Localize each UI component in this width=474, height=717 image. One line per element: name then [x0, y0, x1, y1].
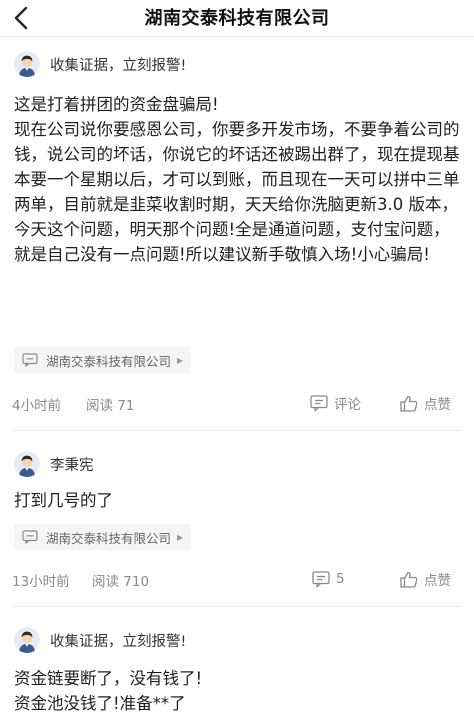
post-text-line: 现在公司说你要感恩公司，你要多开发市场，不要争着公司的钱，说公司的坏话，你说它的… [14, 120, 460, 264]
post-author-row[interactable]: 李秉宪 [14, 450, 94, 478]
avatar[interactable] [14, 627, 40, 653]
post-author-name[interactable]: 收集证据，立刻报警! [50, 54, 186, 75]
post-content: 这是打着拼团的资金盘骗局! 现在公司说你要感恩公司，你要多开发市场，不要争着公司… [14, 92, 464, 267]
chat-bubble-icon [22, 353, 38, 367]
thumbs-up-icon [400, 571, 418, 588]
post-read-count: 阅读 71 [86, 398, 135, 414]
avatar[interactable] [14, 451, 40, 477]
post-content: 资金链要断了，没有钱了! 资金池没钱了!准备**了 [14, 666, 464, 716]
comment-label: 评论 [334, 397, 361, 413]
post-read-count: 阅读 710 [92, 574, 150, 590]
caret-right-icon: ▶ [177, 532, 184, 542]
thumbs-up-icon [400, 395, 418, 412]
post-content: 打到几号的了 [14, 488, 464, 513]
avatar[interactable] [14, 51, 40, 77]
post-meta-row: 13小时前 阅读 710 5 点赞 [12, 568, 462, 590]
comment-button[interactable]: 5 [312, 568, 345, 590]
comment-button[interactable]: 评论 [310, 392, 361, 414]
company-tag-label: 湖南交泰科技有限公司 [46, 530, 172, 546]
post-meta-row: 4小时前 阅读 71 评论 点赞 [12, 392, 462, 414]
like-button[interactable]: 点赞 [400, 568, 451, 590]
like-label: 点赞 [424, 397, 451, 413]
user-avatar-icon [14, 51, 40, 77]
post-divider [12, 606, 462, 607]
like-label: 点赞 [424, 573, 451, 589]
comment-icon [312, 570, 330, 587]
user-avatar-icon [14, 451, 40, 477]
post-author-name[interactable]: 李秉宪 [50, 454, 94, 475]
chat-bubble-icon [22, 530, 38, 544]
comment-count: 5 [336, 571, 345, 587]
post-author-name[interactable]: 收集证据，立刻报警! [50, 630, 186, 651]
post-author-row[interactable]: 收集证据，立刻报警! [14, 50, 186, 78]
post-text-line: 资金池没钱了!准备**了 [14, 694, 186, 713]
header-divider [0, 36, 474, 37]
company-tag[interactable]: 湖南交泰科技有限公司 ▶ [14, 347, 192, 373]
post-time: 4小时前 [12, 398, 62, 414]
post-text-line: 这是打着拼团的资金盘骗局! [14, 95, 219, 114]
caret-right-icon: ▶ [177, 355, 184, 365]
user-avatar-icon [14, 627, 40, 653]
post-text-line: 资金链要断了，没有钱了! [14, 669, 203, 688]
post-text-line: 打到几号的了 [14, 491, 113, 510]
company-tag-label: 湖南交泰科技有限公司 [46, 353, 172, 369]
comment-icon [310, 394, 328, 411]
top-nav-bar: 湖南交泰科技有限公司 [0, 0, 474, 36]
post-divider [12, 430, 462, 431]
post-time: 13小时前 [12, 574, 70, 590]
like-button[interactable]: 点赞 [400, 392, 451, 414]
company-tag[interactable]: 湖南交泰科技有限公司 ▶ [14, 524, 192, 550]
page-title: 湖南交泰科技有限公司 [144, 8, 330, 29]
post-author-row[interactable]: 收集证据，立刻报警! [14, 626, 186, 654]
